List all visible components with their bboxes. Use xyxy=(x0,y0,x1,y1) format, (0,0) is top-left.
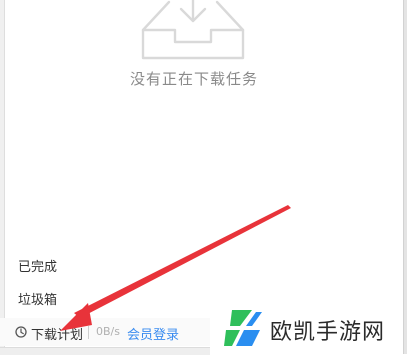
watermark-text: 欧凯手游网 xyxy=(270,320,386,345)
watermark-logo xyxy=(224,310,262,346)
member-login-link[interactable]: 会员登录 xyxy=(127,324,179,343)
window-left-edge xyxy=(0,0,5,354)
divider xyxy=(88,326,89,339)
empty-state-message: 没有正在下载任务 xyxy=(129,70,258,88)
clock-icon xyxy=(15,326,27,338)
download-plan-button[interactable]: 下载计划 xyxy=(31,324,83,343)
status-bar: 下载计划 0B/s 会员登录 xyxy=(0,318,210,346)
window-right-edge xyxy=(403,0,407,354)
download-speed: 0B/s xyxy=(96,325,120,338)
sidebar-item-completed[interactable]: 已完成 xyxy=(18,256,57,275)
inbox-download-icon xyxy=(141,0,245,60)
sidebar-item-trash[interactable]: 垃圾箱 xyxy=(18,289,57,308)
